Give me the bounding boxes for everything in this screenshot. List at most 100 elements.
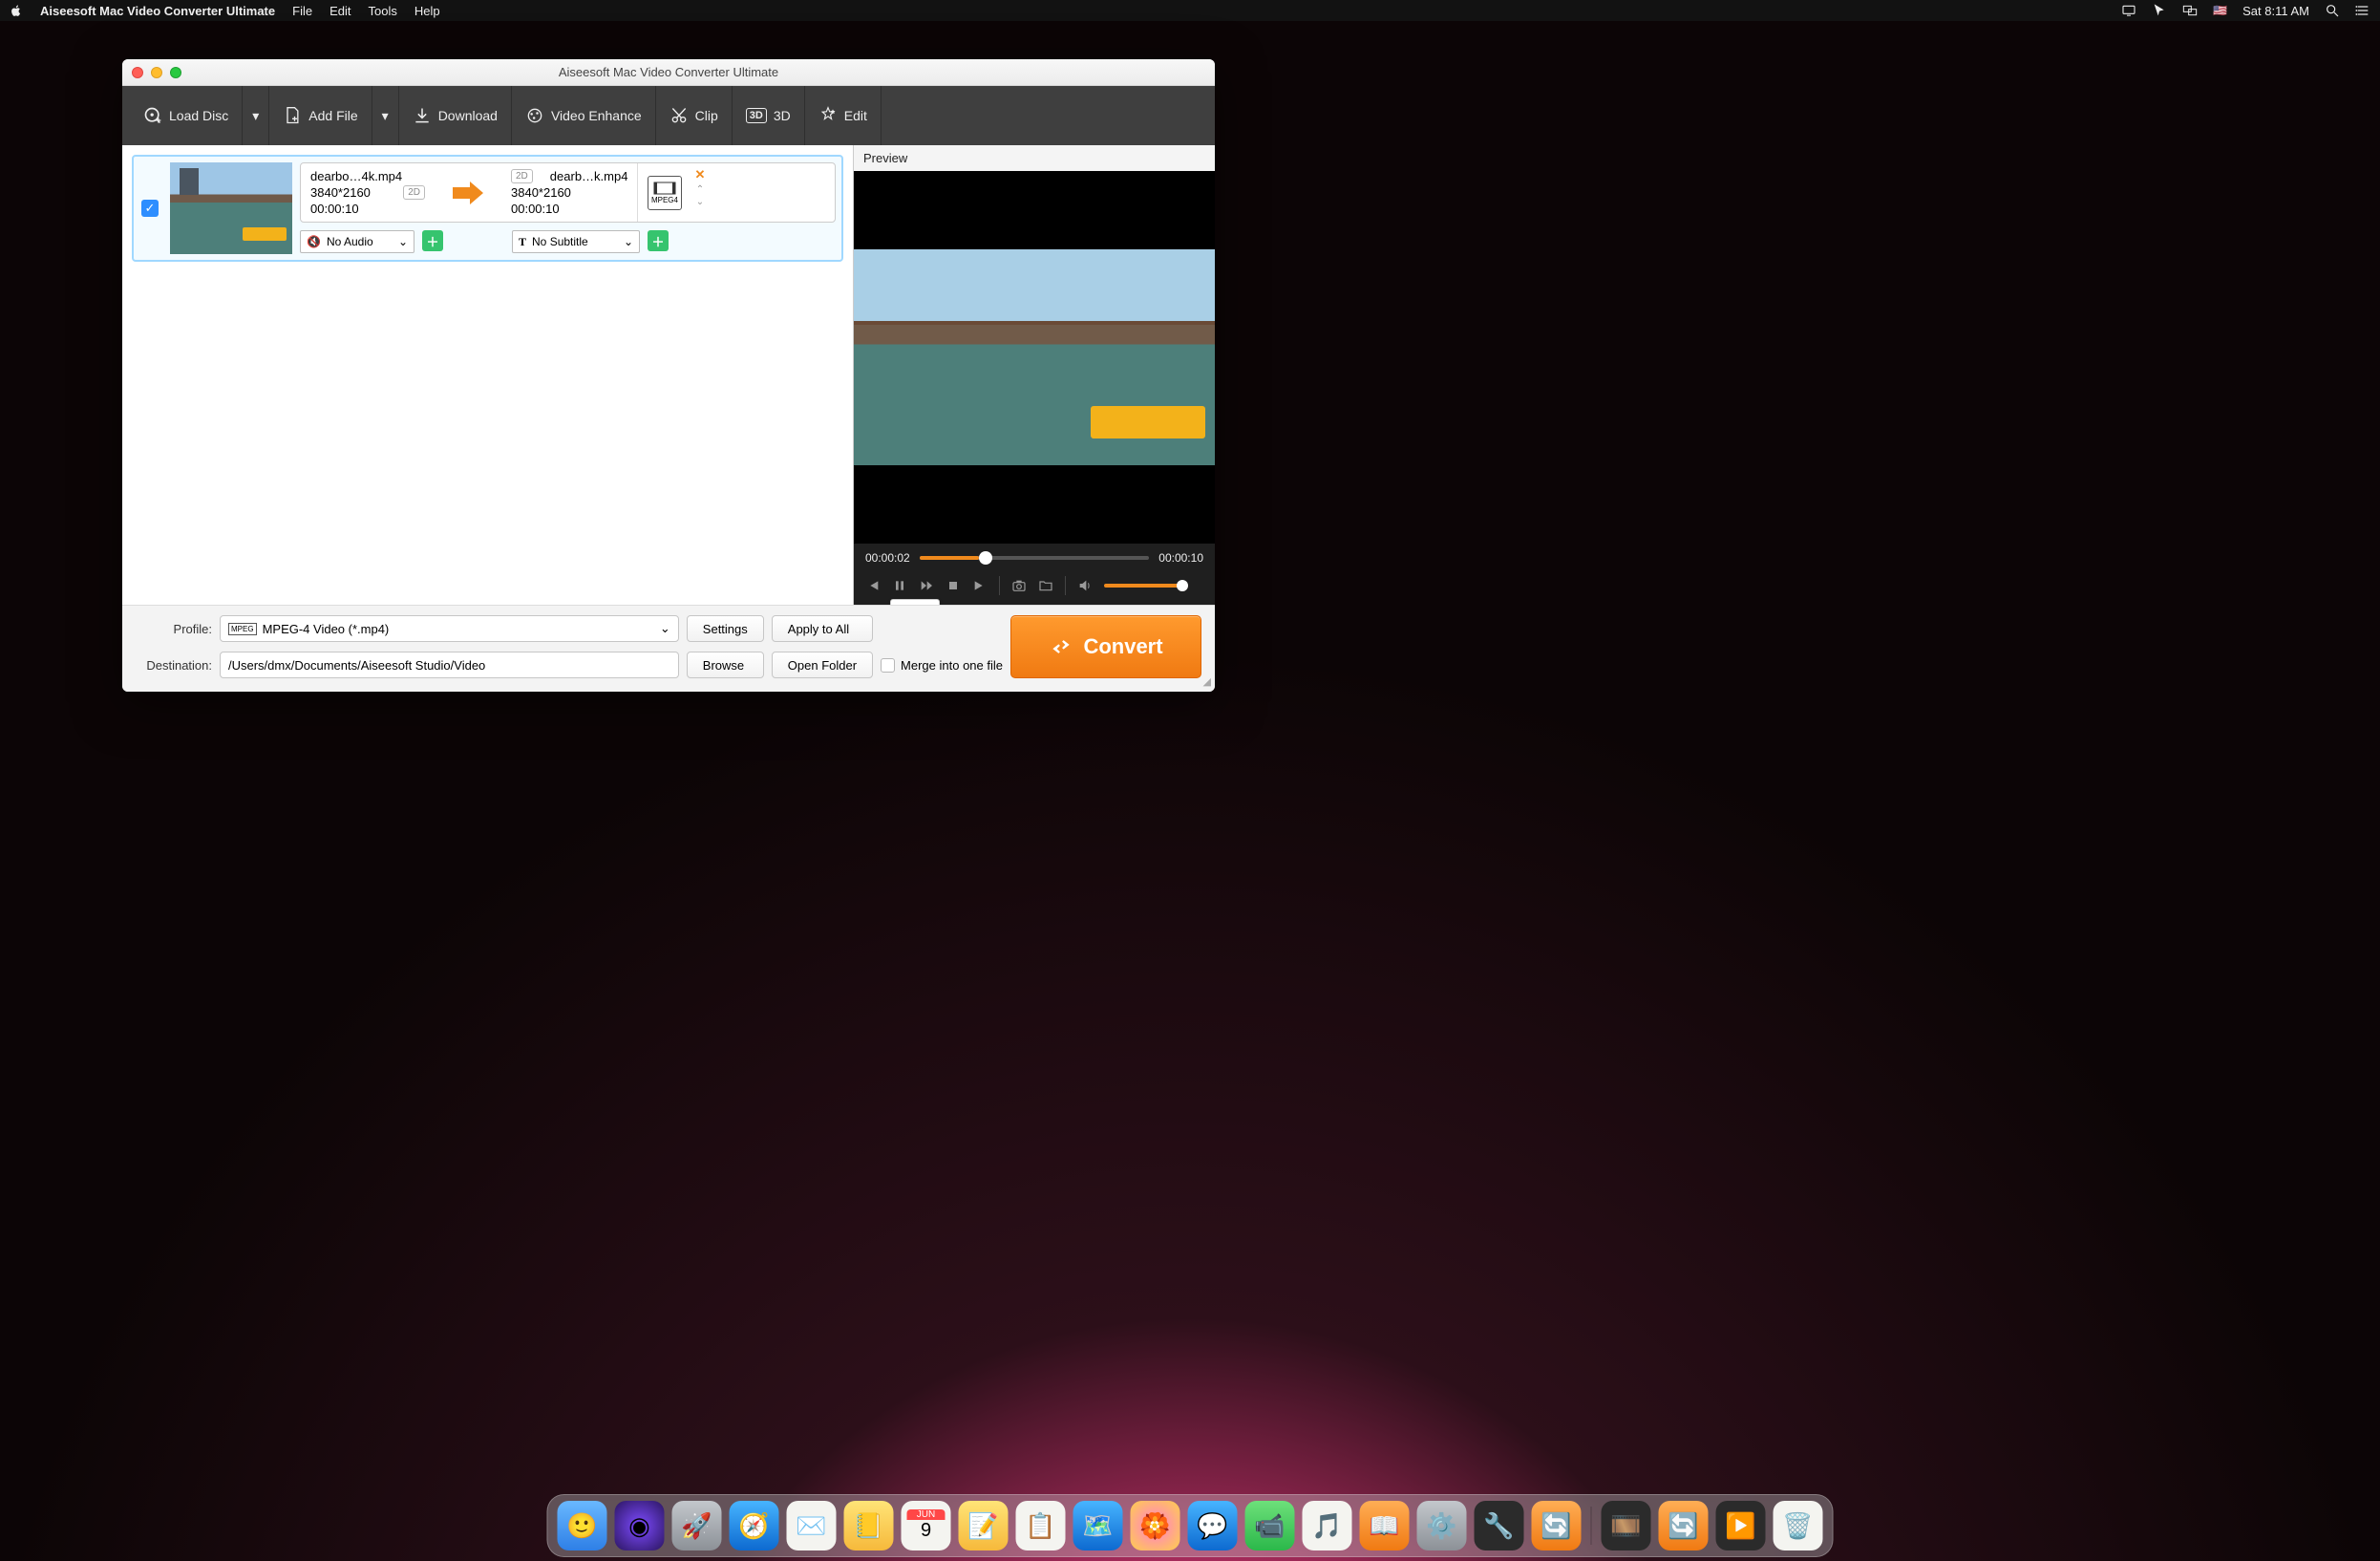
dock-facetime-icon[interactable]: 📹 xyxy=(1245,1501,1295,1550)
dock-trash-icon[interactable]: 🗑️ xyxy=(1774,1501,1823,1550)
fast-forward-button[interactable] xyxy=(919,578,934,593)
load-disc-dropdown[interactable]: ▾ xyxy=(243,86,269,145)
mpeg-format-icon: MPEG xyxy=(228,623,257,635)
menubar-clock[interactable]: Sat 8:11 AM xyxy=(2242,4,2309,18)
browse-button[interactable]: Browse xyxy=(687,652,764,678)
file-thumbnail[interactable] xyxy=(170,162,292,254)
dock-messages-icon[interactable]: 💬 xyxy=(1188,1501,1238,1550)
dock-safari-icon[interactable]: 🧭 xyxy=(730,1501,779,1550)
preview-current-time: 00:00:02 xyxy=(865,551,910,565)
destination-field[interactable]: /Users/dmx/Documents/Aiseesoft Studio/Vi… xyxy=(220,652,679,678)
remove-file-icon[interactable]: ✕ xyxy=(694,167,705,182)
subtitle-dropdown[interactable]: T No Subtitle ⌄ xyxy=(512,230,640,253)
destination-label: Destination: xyxy=(136,658,212,673)
add-file-dropdown[interactable]: ▾ xyxy=(372,86,399,145)
download-button[interactable]: Download xyxy=(399,86,512,145)
menubar-item-edit[interactable]: Edit xyxy=(329,4,351,18)
expand-icon[interactable]: ⌃ xyxy=(696,184,704,195)
notification-center-icon[interactable] xyxy=(2355,3,2370,18)
snapshot-button[interactable] xyxy=(1011,578,1027,593)
status-cursor-icon[interactable] xyxy=(2152,3,2167,18)
next-frame-button[interactable] xyxy=(972,578,988,593)
dock-itunes-icon[interactable]: 🎵 xyxy=(1303,1501,1352,1550)
merge-checkbox[interactable] xyxy=(881,658,895,673)
dock-aiseesoft-icon[interactable]: 🔄 xyxy=(1532,1501,1582,1550)
dock-quicktime-icon[interactable]: ▶️ xyxy=(1716,1501,1766,1550)
snapshot-folder-button[interactable] xyxy=(1038,578,1053,593)
open-folder-button[interactable]: Open Folder xyxy=(772,652,873,678)
dock-separator xyxy=(1591,1507,1592,1545)
profile-dropdown[interactable]: MPEG MPEG-4 Video (*.mp4) ⌄ xyxy=(220,615,679,642)
app-window: Aiseesoft Mac Video Converter Ultimate L… xyxy=(122,59,1215,692)
dock-app3-icon[interactable]: 🔄 xyxy=(1659,1501,1709,1550)
volume-icon[interactable] xyxy=(1077,578,1093,593)
preview-seek-slider[interactable] xyxy=(920,556,1150,560)
dock-app2-icon[interactable]: 🎞️ xyxy=(1602,1501,1651,1550)
menubar-item-help[interactable]: Help xyxy=(414,4,440,18)
video-enhance-label: Video Enhance xyxy=(551,108,642,123)
add-file-label: Add File xyxy=(308,108,357,123)
convert-button[interactable]: Convert xyxy=(1010,615,1201,678)
dock: 🙂 ◉ 🚀 🧭 ✉️ 📒 JUN9 📝 📋 🗺️ 🏵️ 💬 📹 🎵 📖 ⚙️ 🔧… xyxy=(547,1494,1834,1557)
edit-button[interactable]: Edit xyxy=(805,86,882,145)
audio-track-dropdown[interactable]: 🔇 No Audio ⌄ xyxy=(300,230,414,253)
dock-calendar-icon[interactable]: JUN9 xyxy=(902,1501,951,1550)
dock-siri-icon[interactable]: ◉ xyxy=(615,1501,665,1550)
apple-logo-icon[interactable] xyxy=(10,4,23,17)
dock-photos-icon[interactable]: 🏵️ xyxy=(1131,1501,1180,1550)
three-d-button[interactable]: 3D 3D xyxy=(733,86,805,145)
output-format-button[interactable]: MPEG4 xyxy=(637,163,691,222)
add-audio-button[interactable]: ＋ xyxy=(422,230,443,251)
menubar-item-tools[interactable]: Tools xyxy=(368,4,396,18)
dock-reminders-icon[interactable]: 📋 xyxy=(1016,1501,1066,1550)
profile-label: Profile: xyxy=(136,622,212,636)
download-label: Download xyxy=(438,108,498,123)
status-flag-icon[interactable]: 🇺🇸 xyxy=(2213,4,2227,17)
source-duration: 00:00:10 xyxy=(310,202,359,216)
menubar-item-file[interactable]: File xyxy=(292,4,312,18)
dock-contacts-icon[interactable]: 📒 xyxy=(844,1501,894,1550)
clip-button[interactable]: Clip xyxy=(656,86,733,145)
menubar-app-name[interactable]: Aiseesoft Mac Video Converter Ultimate xyxy=(40,4,275,18)
dock-maps-icon[interactable]: 🗺️ xyxy=(1073,1501,1123,1550)
file-item[interactable]: ✓ dearbo…4k.mp4 3840*2160 2D 00:00:10 xyxy=(132,155,843,262)
load-disc-label: Load Disc xyxy=(169,108,228,123)
add-file-button[interactable]: Add File xyxy=(269,86,372,145)
preview-header: Preview xyxy=(854,145,1215,171)
collapse-icon[interactable]: ⌄ xyxy=(696,197,704,207)
stop-button[interactable] xyxy=(946,578,961,593)
dock-mail-icon[interactable]: ✉️ xyxy=(787,1501,837,1550)
target-meta: 2Ddearb…k.mp4 3840*2160 00:00:10 xyxy=(501,163,637,222)
status-display-icon[interactable] xyxy=(2121,3,2136,18)
resize-grip-icon[interactable]: ◢ xyxy=(1203,675,1211,688)
source-mode-badge: 2D xyxy=(403,185,425,200)
dock-finder-icon[interactable]: 🙂 xyxy=(558,1501,607,1550)
video-enhance-button[interactable]: Video Enhance xyxy=(512,86,656,145)
three-d-badge-icon: 3D xyxy=(746,108,767,123)
target-filename: dearb…k.mp4 xyxy=(550,169,628,183)
load-disc-button[interactable]: Load Disc xyxy=(130,86,243,145)
file-item-checkbox[interactable]: ✓ xyxy=(141,200,159,217)
clip-label: Clip xyxy=(695,108,718,123)
preview-frame xyxy=(854,249,1215,465)
prev-frame-button[interactable] xyxy=(865,578,881,593)
dock-ibooks-icon[interactable]: 📖 xyxy=(1360,1501,1410,1550)
add-subtitle-button[interactable]: ＋ xyxy=(648,230,669,251)
spotlight-search-icon[interactable] xyxy=(2325,3,2340,18)
footer-bar: Profile: MPEG MPEG-4 Video (*.mp4) ⌄ Set… xyxy=(122,605,1215,692)
preview-canvas[interactable] xyxy=(854,171,1215,544)
dock-preferences-icon[interactable]: ⚙️ xyxy=(1417,1501,1467,1550)
status-screens-icon[interactable] xyxy=(2182,3,2198,18)
settings-button[interactable]: Settings xyxy=(687,615,764,642)
titlebar[interactable]: Aiseesoft Mac Video Converter Ultimate xyxy=(122,59,1215,86)
dock-app1-icon[interactable]: 🔧 xyxy=(1475,1501,1524,1550)
dock-notes-icon[interactable]: 📝 xyxy=(959,1501,1009,1550)
window-title: Aiseesoft Mac Video Converter Ultimate xyxy=(122,65,1215,79)
chevron-down-icon: ⌄ xyxy=(398,235,408,248)
convert-arrow-icon xyxy=(435,163,501,222)
dock-launchpad-icon[interactable]: 🚀 xyxy=(672,1501,722,1550)
chevron-down-icon: ▾ xyxy=(382,108,389,124)
volume-slider[interactable] xyxy=(1104,584,1188,588)
pause-button[interactable] xyxy=(892,578,907,593)
apply-to-all-button[interactable]: Apply to All xyxy=(772,615,873,642)
